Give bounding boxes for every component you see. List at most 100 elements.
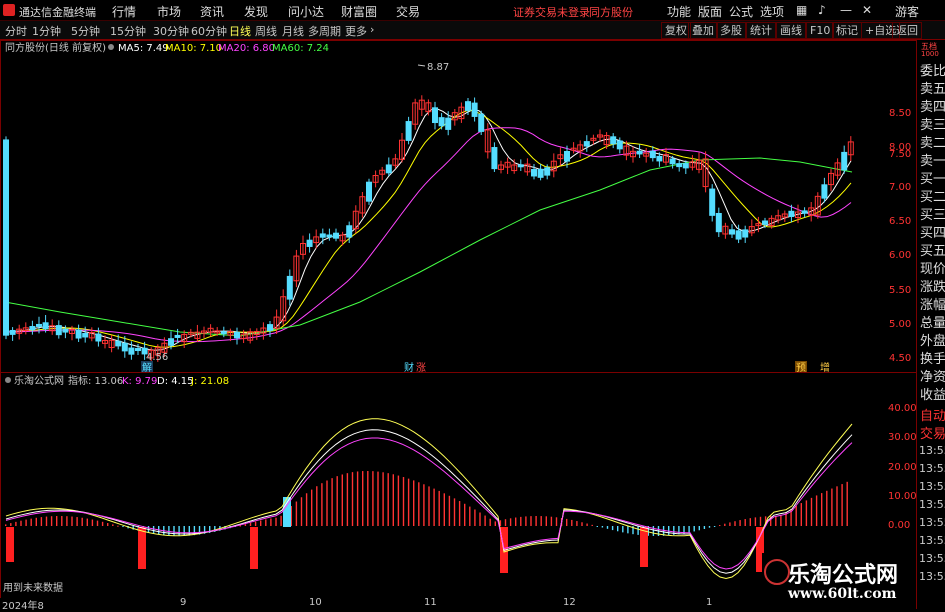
indicator-bar (831, 488, 833, 526)
period-toolbar: 分时 1分钟 5分钟 15分钟 30分钟 60分钟 日线 周线 月线 多周期 更… (0, 21, 945, 40)
minimize-icon[interactable]: — (840, 3, 852, 17)
bell-icon[interactable]: ♪ (818, 3, 826, 17)
indicator-metric: 指标: 13.06 (68, 374, 123, 387)
f10-button[interactable]: F10 (806, 22, 835, 39)
candle-body (610, 136, 617, 145)
menu-banmian[interactable]: 版面 (698, 3, 722, 20)
menu-gongneng[interactable]: 功能 (667, 3, 691, 20)
candle-body (267, 324, 273, 331)
indicator-bar (377, 471, 379, 526)
close-icon[interactable]: ✕ (862, 3, 872, 17)
indicator-bar (418, 482, 420, 526)
indicator-bar (515, 517, 517, 526)
period-60min[interactable]: 60分钟 (191, 23, 227, 39)
indicator-bar (152, 526, 155, 534)
period-multi[interactable]: 多周期 (308, 23, 341, 39)
indicator-bar (703, 526, 706, 530)
fuquan-button[interactable]: 复权 (661, 22, 691, 39)
date-tick: 10 (309, 597, 322, 608)
menu-xuanxiang[interactable]: 选项 (760, 3, 784, 20)
indicator-bar (372, 471, 374, 526)
chevron-right-icon[interactable]: › (370, 23, 374, 36)
y-tick: 5.50 (889, 285, 912, 296)
period-weekly[interactable]: 周线 (255, 23, 277, 39)
draw-line-button[interactable]: 画线 (776, 22, 806, 39)
indicator-bar (260, 520, 262, 526)
overlay-button[interactable]: 叠加 (688, 22, 718, 39)
period-1min[interactable]: 1分钟 (32, 23, 61, 39)
candle-body (801, 210, 808, 214)
ind-y-tick: 10.00 (888, 491, 917, 502)
menu-faxian[interactable]: 发现 (244, 3, 268, 20)
marker-jie[interactable]: 解 (142, 361, 152, 372)
j-value-label: J: 21.08 (190, 376, 229, 387)
label-sell5: 卖五 (920, 82, 945, 97)
menu-shichang[interactable]: 市场 (157, 3, 181, 20)
indicator-bar (652, 526, 655, 536)
kdj-indicator-chart[interactable]: 乐淘公式网 指标: 13.06 K: 9.79 D: 4.15 J: 21.08… (0, 372, 876, 598)
login-status[interactable]: 证券交易未登录 (513, 4, 590, 20)
indicator-bar (545, 516, 547, 526)
y-tick: 6.00 (889, 250, 912, 261)
auto-trade-label-2[interactable]: 交易 (920, 423, 945, 442)
menu-jiaoyi[interactable]: 交易 (396, 3, 420, 20)
candle-body (95, 333, 102, 342)
settings-dot-icon[interactable] (108, 44, 114, 50)
ma10-line (4, 109, 852, 348)
indicator-bar (571, 519, 573, 526)
marker-yu[interactable]: 预 (796, 362, 806, 372)
grid-icon[interactable]: ▦ (796, 3, 807, 17)
indicator-bar (611, 526, 614, 531)
kline-chart[interactable]: 同方股份(日线 前复权) MA5: 7.49 MA10: 7.10 MA20: … (0, 40, 876, 372)
candle-body (220, 331, 227, 335)
menu-wenxiaoda[interactable]: 问小达 (288, 3, 324, 20)
indicator-bar (739, 520, 741, 526)
indicator-bar (535, 516, 537, 526)
settings-dot-icon[interactable] (5, 377, 11, 383)
indicator-bar (326, 480, 328, 526)
k-value-label: K: 9.79 (122, 376, 157, 387)
indicator-bar (836, 486, 838, 526)
candle-body (55, 325, 62, 336)
period-more[interactable]: 更多 (345, 23, 367, 39)
ind-y-tick: 40.00 (888, 403, 917, 414)
quote-panel: 五档 1000 委比 卖五 卖四 卖三 卖二 卖一 买一 买二 买三 买四 买五… (916, 40, 945, 609)
indicator-bar (25, 519, 27, 526)
period-15min[interactable]: 15分钟 (110, 23, 146, 39)
period-daily[interactable]: 日线 (229, 23, 251, 39)
back-button[interactable]: 返回 (892, 22, 922, 39)
menu-hangqing[interactable]: 行情 (112, 3, 136, 20)
menu-zixun[interactable]: 资讯 (200, 3, 224, 20)
indicator-bar (775, 516, 777, 526)
indicator-bar (464, 503, 466, 526)
label-buy2: 买二 (920, 190, 945, 205)
ind-y-tick: 30.00 (888, 432, 917, 443)
indicator-bar (56, 516, 58, 526)
marker-zeng[interactable]: 增 (820, 361, 830, 372)
stats-button[interactable]: 统计 (746, 22, 776, 39)
period-monthly[interactable]: 月线 (282, 23, 304, 39)
multi-stock-button[interactable]: 多股 (716, 22, 746, 39)
signal-bar (138, 527, 146, 569)
period-fenshi[interactable]: 分时 (5, 23, 27, 39)
indicator-bar (555, 517, 558, 526)
user-guest[interactable]: 游客 (895, 3, 919, 20)
label-buy1: 买一 (920, 172, 945, 187)
period-30min[interactable]: 30分钟 (153, 23, 189, 39)
candle-body (326, 234, 333, 238)
candle-body (9, 329, 16, 335)
marker-zhang[interactable]: 涨 (416, 362, 426, 372)
menu-caifuquan[interactable]: 财富圈 (341, 3, 377, 20)
period-5min[interactable]: 5分钟 (71, 23, 100, 39)
menu-bar: 通达信金融终端 行情 市场 资讯 发现 问小达 财富圈 交易 证券交易未登录 同… (0, 0, 945, 21)
menu-gongshi[interactable]: 公式 (729, 3, 753, 20)
candle-body (465, 101, 471, 111)
time-entry: 13:55 (919, 570, 945, 583)
mark-button[interactable]: 标记 (832, 22, 862, 39)
marker-cai[interactable]: 财 (404, 361, 414, 372)
auto-trade-label-1[interactable]: 自动 (920, 405, 945, 424)
label-netasset: 净资 (920, 370, 945, 385)
candle-body (333, 232, 339, 239)
time-entry: 13:55 (919, 480, 945, 493)
y-tick: 7.00 (889, 182, 912, 193)
